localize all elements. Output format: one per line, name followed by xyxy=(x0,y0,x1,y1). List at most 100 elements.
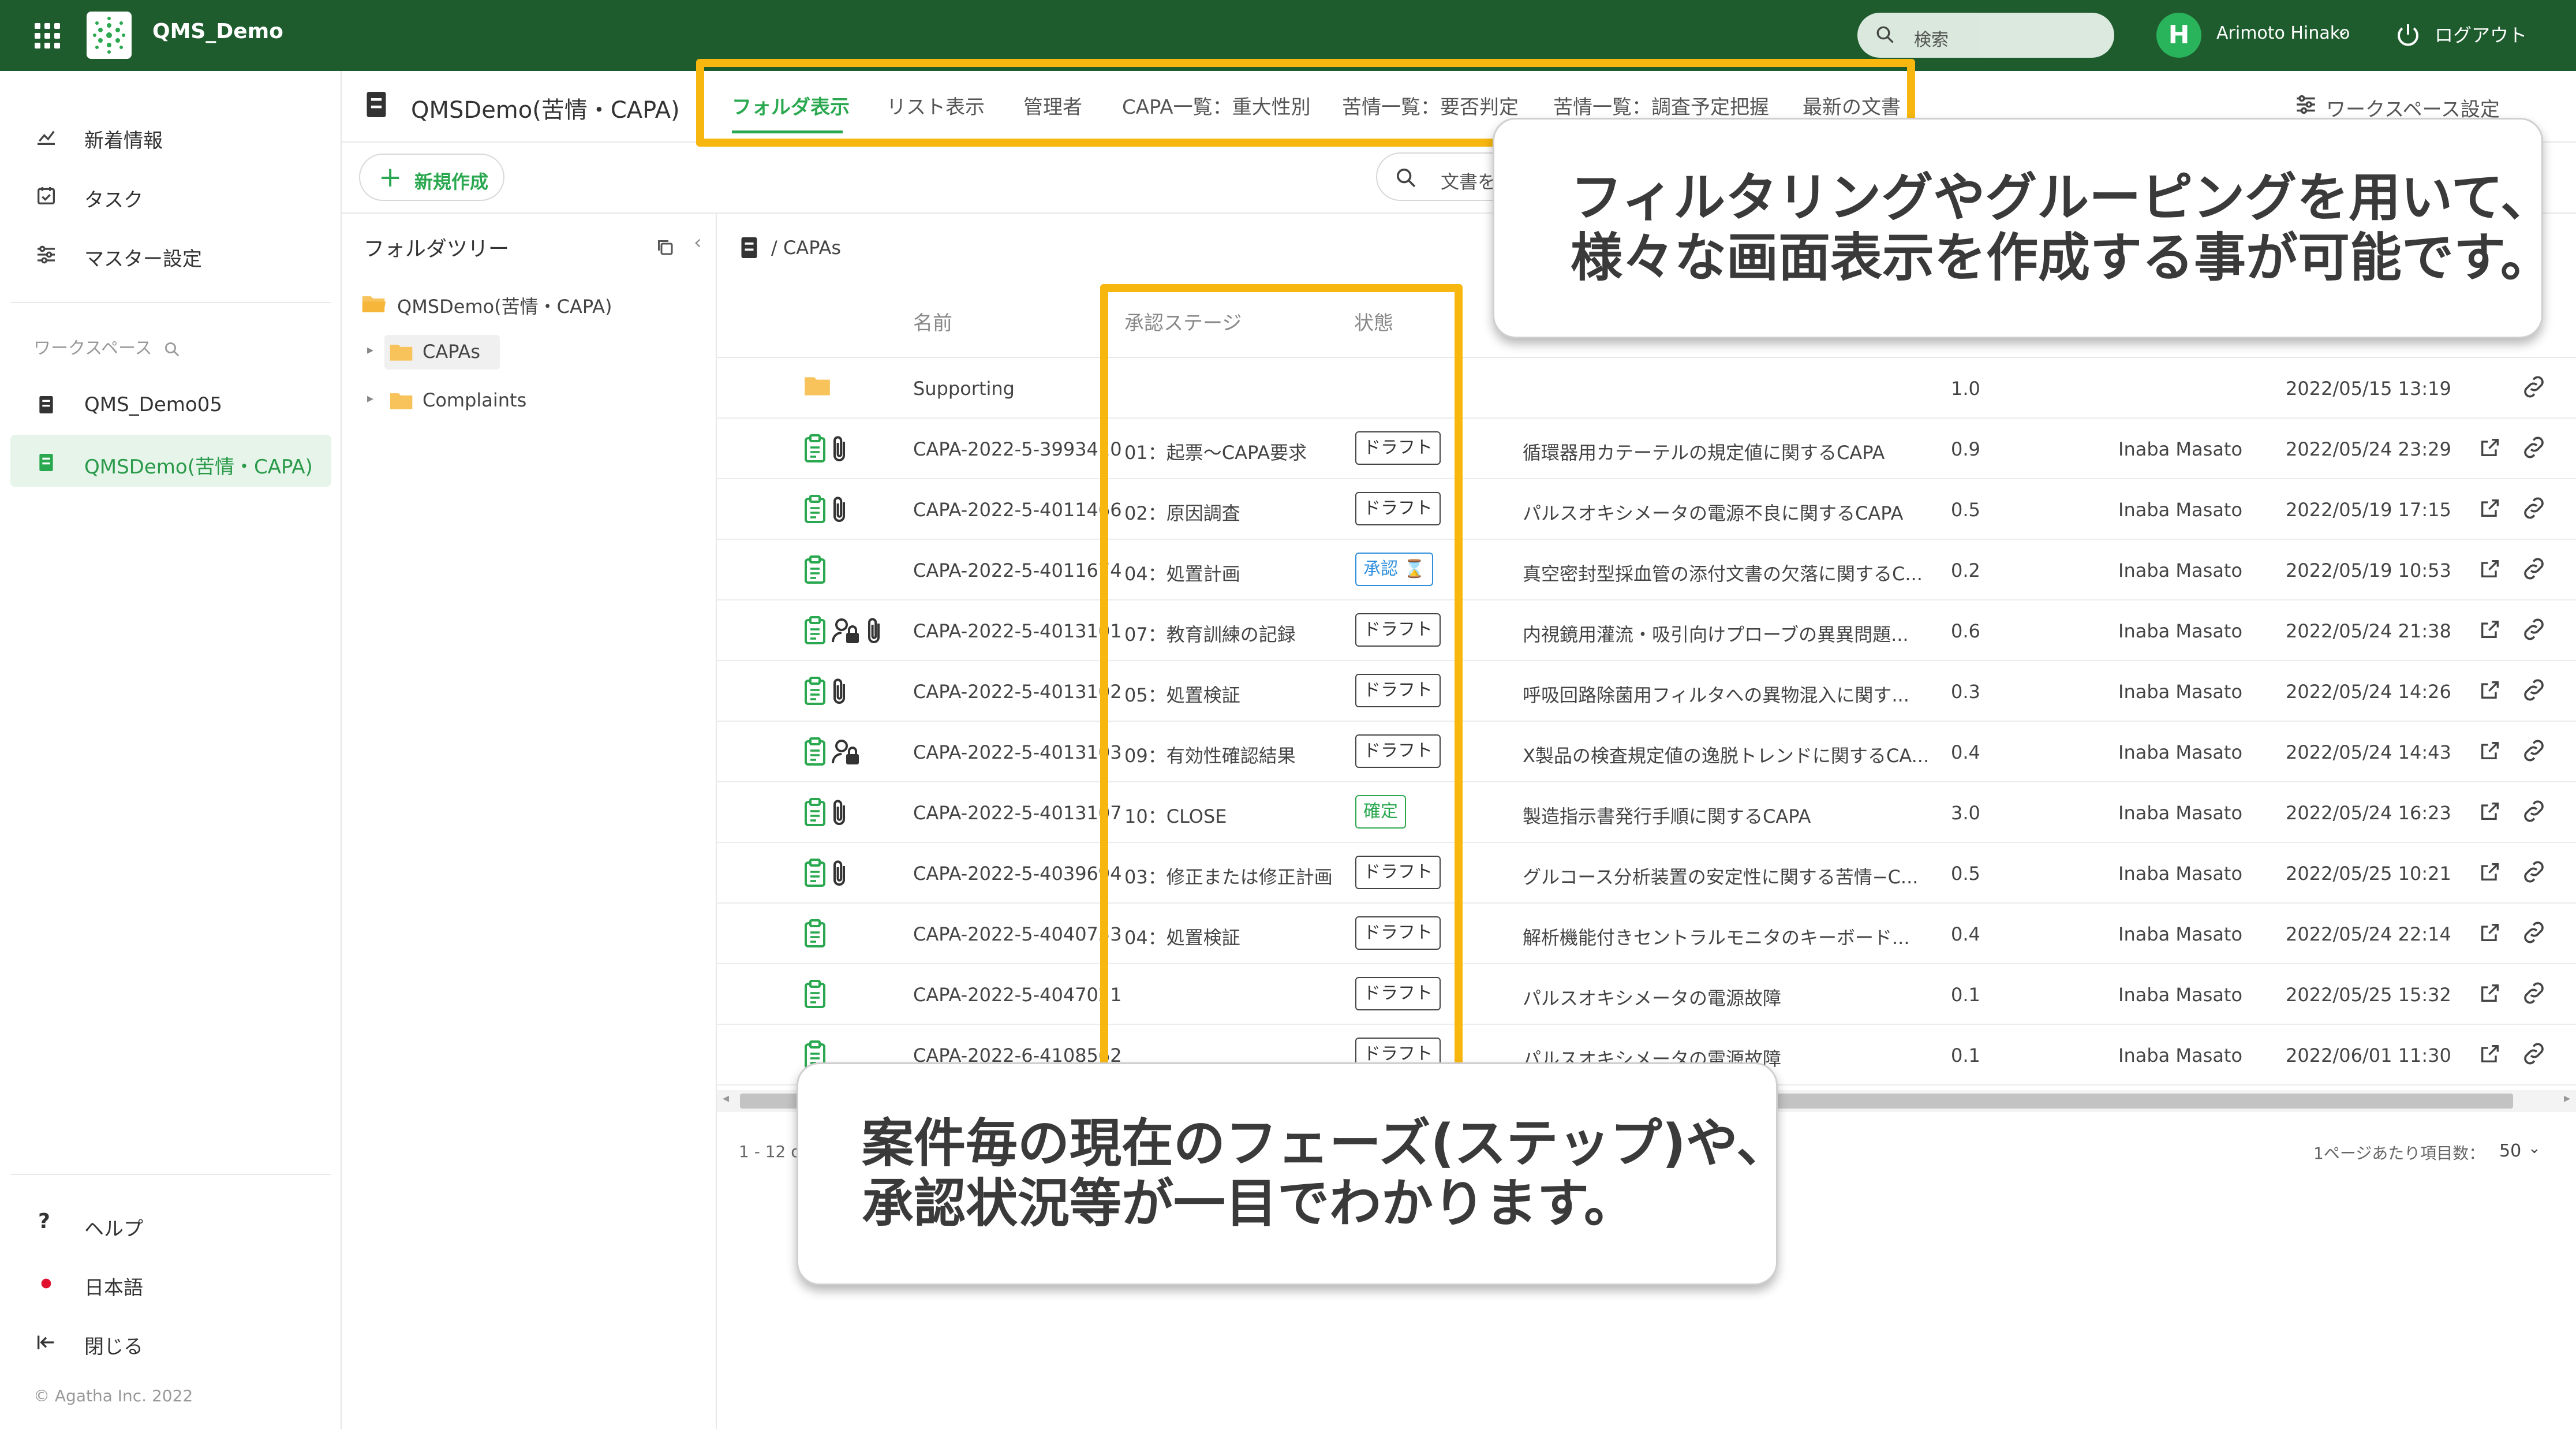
tree-root[interactable]: QMSDemo(苦情・CAPA) xyxy=(361,286,696,321)
open-external-icon[interactable] xyxy=(2478,436,2502,459)
tree-item-capas[interactable]: ▸ CAPAs xyxy=(367,335,702,370)
row-date: 2022/05/24 16:23 xyxy=(2286,802,2451,824)
workspace-header-label: ワークスペース xyxy=(33,338,152,359)
link-icon[interactable] xyxy=(2521,860,2547,883)
copy-icon[interactable] xyxy=(655,237,675,258)
table-row[interactable]: CAPA-2022-5-3993410 01：起票〜CAPA要求 ドラフト 循環器用カ… xyxy=(717,419,2576,479)
link-icon[interactable] xyxy=(2521,800,2547,823)
global-search-input[interactable]: 検索 xyxy=(1857,13,2114,58)
row-date: 2022/05/25 10:21 xyxy=(2286,863,2451,885)
sidebar-item-tasks[interactable]: タスク xyxy=(0,168,342,220)
row-version: 0.3 xyxy=(1951,681,1980,703)
sidebar-item-label: ヘルプ xyxy=(84,1218,143,1241)
row-date: 2022/05/19 10:53 xyxy=(2286,559,2451,581)
open-external-icon[interactable] xyxy=(2478,557,2502,580)
sidebar-item-close[interactable]: 閉じる xyxy=(0,1315,342,1367)
open-external-icon[interactable] xyxy=(2478,497,2502,520)
divider xyxy=(10,302,331,303)
row-version: 3.0 xyxy=(1951,802,1980,824)
row-title: X製品の検査規定値の逸脱トレンドに関するCA... xyxy=(1523,745,1930,767)
power-icon[interactable] xyxy=(2394,21,2422,48)
sidebar-workspace-qmsdemo-capa[interactable]: QMSDemo(苦情・CAPA) xyxy=(10,435,331,487)
row-title: 呼吸回路除菌用フィルタへの異物混入に関す... xyxy=(1523,684,1909,706)
table-row[interactable]: Supporting 1.0 2022/05/15 13:19 xyxy=(717,358,2576,419)
row-version: 0.5 xyxy=(1951,863,1980,885)
breadcrumb[interactable]: / CAPAs xyxy=(771,237,841,259)
row-date: 2022/05/24 22:14 xyxy=(2286,923,2451,945)
chevron-down-icon[interactable]: ⌄ xyxy=(2528,1140,2541,1157)
sliders-icon xyxy=(38,245,55,264)
search-icon[interactable] xyxy=(163,341,181,358)
open-external-icon[interactable] xyxy=(2478,618,2502,641)
avatar[interactable]: H xyxy=(2156,13,2201,58)
caret-right-icon[interactable]: ▸ xyxy=(367,391,373,406)
table-row[interactable]: CAPA-2022-5-4013103 09：有効性確認結果 ドラフト X製品の検査規… xyxy=(717,722,2576,782)
row-version: 0.4 xyxy=(1951,923,1980,945)
app-title: QMS_Demo xyxy=(152,20,283,43)
tree-item-complaints[interactable]: ▸ Complaints xyxy=(367,383,702,418)
link-icon[interactable] xyxy=(2521,739,2547,762)
new-document-button[interactable]: + 新規作成 xyxy=(359,154,504,201)
link-icon[interactable] xyxy=(2521,921,2547,944)
link-icon[interactable] xyxy=(2521,375,2547,398)
user-name[interactable]: Arimoto Hinako xyxy=(2216,23,2350,43)
link-icon[interactable] xyxy=(2521,1042,2547,1065)
japan-flag-icon xyxy=(41,1278,51,1289)
open-external-icon[interactable] xyxy=(2478,860,2502,883)
table-row[interactable]: CAPA-2022-5-4040753 04：処置検証 ドラフト 解析機能付きセントラ… xyxy=(717,904,2576,964)
sliders-icon[interactable] xyxy=(2294,92,2318,117)
row-author: Inaba Masato xyxy=(2118,802,2243,824)
callout-text: 案件毎の現在のフェーズ(ステップ)や、 xyxy=(862,1113,1789,1174)
caret-right-icon[interactable]: ▸ xyxy=(367,343,373,357)
scroll-right-icon[interactable]: ▸ xyxy=(2564,1091,2570,1106)
clipboard-icon xyxy=(805,555,825,584)
open-external-icon[interactable] xyxy=(2478,739,2502,762)
row-author: Inaba Masato xyxy=(2118,984,2243,1006)
open-external-icon[interactable] xyxy=(2478,800,2502,823)
sidebar-item-help[interactable]: ? ヘルプ xyxy=(0,1197,342,1249)
divider xyxy=(10,1174,331,1175)
scroll-left-icon[interactable]: ◂ xyxy=(723,1091,729,1106)
copyright: © Agatha Inc. 2022 xyxy=(33,1386,193,1405)
link-icon[interactable] xyxy=(2521,678,2547,702)
clipboard-icon xyxy=(805,919,825,947)
table-row[interactable]: CAPA-2022-5-4013107 10：CLOSE 確定 製造指示書発行手順に関… xyxy=(717,782,2576,843)
row-icons xyxy=(803,555,827,585)
sidebar-item-language[interactable]: 日本語 xyxy=(0,1256,342,1308)
sidebar-item-news[interactable]: 新着情報 xyxy=(0,109,342,161)
row-icons xyxy=(803,737,861,767)
link-icon[interactable] xyxy=(2521,618,2547,641)
row-version: 0.1 xyxy=(1951,1044,1980,1066)
sidebar-workspace-qms-demo05[interactable]: QMS_Demo05 xyxy=(0,377,342,429)
per-page-select[interactable]: 50 xyxy=(2499,1141,2521,1161)
logout-button[interactable]: ログアウト xyxy=(2435,21,2527,47)
clipboard-icon xyxy=(805,616,825,644)
link-icon[interactable] xyxy=(2521,497,2547,520)
app-grid-icon[interactable] xyxy=(35,23,60,48)
open-external-icon[interactable] xyxy=(2478,678,2502,702)
table-row[interactable]: CAPA-2022-5-4011466 02：原因調査 ドラフト パルスオキシメータの… xyxy=(717,479,2576,540)
open-external-icon[interactable] xyxy=(2478,921,2502,944)
sidebar-item-label: マスター設定 xyxy=(84,248,202,271)
table-row[interactable]: CAPA-2022-5-4013101 07：教育訓練の記録 ドラフト 内視鏡用灌流・… xyxy=(717,600,2576,661)
user-lock-icon xyxy=(832,740,859,764)
open-external-icon[interactable] xyxy=(2478,982,2502,1005)
sidebar-item-master-settings[interactable]: マスター設定 xyxy=(0,227,342,279)
link-icon[interactable] xyxy=(2521,982,2547,1005)
open-external-icon[interactable] xyxy=(2478,1042,2502,1065)
link-icon[interactable] xyxy=(2521,436,2547,459)
link-icon[interactable] xyxy=(2521,557,2547,580)
table-row[interactable]: CAPA-2022-5-4013102 05：処置検証 ドラフト 呼吸回路除菌用フィル… xyxy=(717,661,2576,722)
sidebar: 新着情報 タスク マスター設定 ワークスペース QMS_Demo05 QMSDe… xyxy=(0,71,342,1429)
table-row[interactable]: CAPA-2022-5-4047021 ドラフト パルスオキシメータの電源故障 0.1… xyxy=(717,964,2576,1025)
row-icons xyxy=(803,615,884,646)
table-row[interactable]: CAPA-2022-5-4011674 04：処置計画 承認 ⌛ 真空密封型採血管の添… xyxy=(717,540,2576,600)
row-author: Inaba Masato xyxy=(2118,741,2243,763)
chevron-down-icon[interactable]: ⌄ xyxy=(2336,22,2349,39)
folder-icon xyxy=(805,377,830,396)
chevron-left-icon[interactable]: ‹ xyxy=(694,231,702,254)
column-header-name[interactable]: 名前 xyxy=(913,307,952,335)
table-row[interactable]: CAPA-2022-5-4039694 03：修正または修正計画 ドラフト グルコース… xyxy=(717,843,2576,904)
workspace-header: ワークスペース xyxy=(33,334,181,359)
workspace-icon xyxy=(367,92,386,117)
